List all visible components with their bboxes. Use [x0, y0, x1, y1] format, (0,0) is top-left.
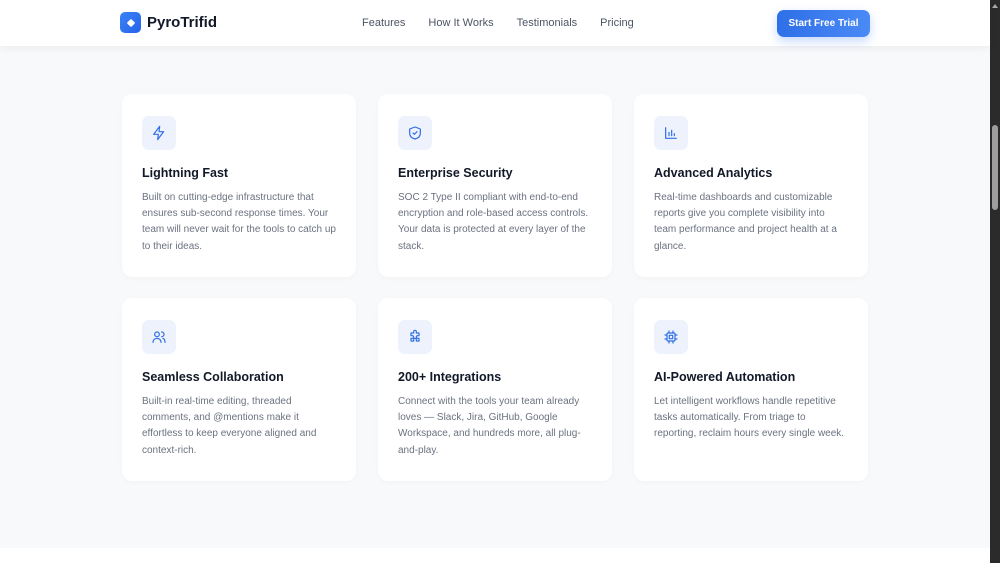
bar-chart-icon: [654, 116, 688, 150]
puzzle-icon: [398, 320, 432, 354]
feature-title: 200+ Integrations: [398, 370, 502, 384]
feature-card: Seamless Collaboration Built-in real-tim…: [122, 298, 356, 481]
logo-icon: [120, 12, 141, 33]
start-free-trial-button[interactable]: Start Free Trial: [777, 10, 870, 37]
top-nav: PyroTrifid Features How It Works Testimo…: [0, 0, 990, 46]
feature-description: Let intelligent workflows handle repetit…: [654, 396, 845, 440]
scrollbar-thumb[interactable]: [992, 125, 998, 210]
feature-title: Enterprise Security: [398, 166, 513, 180]
feature-title: Seamless Collaboration: [142, 370, 284, 384]
logo[interactable]: PyroTrifid: [120, 12, 217, 33]
lightning-icon: [142, 116, 176, 150]
nav-link-features[interactable]: Features: [362, 17, 405, 29]
feature-title: Lightning Fast: [142, 166, 229, 180]
feature-description: SOC 2 Type II compliant with end-to-end …: [398, 192, 589, 252]
nav-link-how-it-works[interactable]: How It Works: [428, 17, 493, 29]
nav-link-testimonials[interactable]: Testimonials: [517, 17, 578, 29]
feature-card: Lightning Fast Built on cutting-edge inf…: [122, 94, 356, 277]
feature-description: Built-in real-time editing, threaded com…: [142, 396, 317, 456]
scroll-up-icon[interactable]: [992, 4, 998, 8]
next-section: [0, 548, 990, 563]
feature-title: AI-Powered Automation: [654, 370, 796, 384]
scrollbar[interactable]: [990, 0, 1000, 563]
feature-title: Advanced Analytics: [654, 166, 773, 180]
nav-link-pricing[interactable]: Pricing: [600, 17, 634, 29]
feature-card: Advanced Analytics Real-time dashboards …: [634, 94, 868, 277]
feature-card: Enterprise Security SOC 2 Type II compli…: [378, 94, 612, 277]
feature-description: Built on cutting-edge infrastructure tha…: [142, 192, 336, 252]
feature-description: Connect with the tools your team already…: [398, 396, 581, 456]
feature-card: AI-Powered Automation Let intelligent wo…: [634, 298, 868, 481]
brand-name: PyroTrifid: [147, 14, 218, 31]
shield-icon: [398, 116, 432, 150]
cpu-icon: [654, 320, 688, 354]
users-icon: [142, 320, 176, 354]
feature-description: Real-time dashboards and customizable re…: [654, 192, 837, 252]
feature-card: 200+ Integrations Connect with the tools…: [378, 298, 612, 481]
